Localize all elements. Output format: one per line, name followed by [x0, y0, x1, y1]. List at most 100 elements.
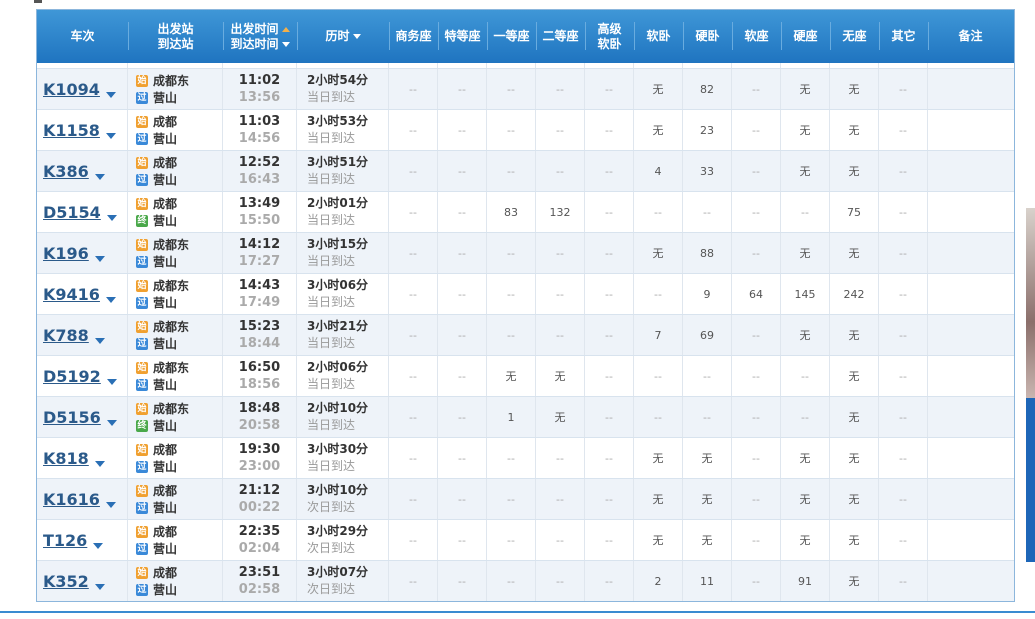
- dropdown-icon[interactable]: [352, 34, 361, 39]
- table-row[interactable]: K352 始成都过营山 23:51 02:58 3小时07分 次日到达 -- -- -- -- --…: [37, 561, 1014, 601]
- seat-rw: --: [634, 274, 683, 314]
- cell-wz: [830, 63, 879, 68]
- train-number-link[interactable]: K9416: [43, 285, 100, 304]
- start-badge-icon: 始: [136, 484, 148, 497]
- seat-rw: 无: [634, 479, 683, 519]
- train-detail-dropdown-icon[interactable]: [106, 379, 117, 385]
- table-row[interactable]: K9416 始成都东过营山 14:43 17:49 3小时06分 当日到达 -- -- -- --…: [37, 274, 1014, 315]
- train-number-link[interactable]: K352: [43, 572, 89, 591]
- cell-duration: 3小时15分 当日到达: [297, 233, 389, 273]
- table-row[interactable]: D5192 始成都东过营山 16:50 18:56 2小时06分 当日到达 -- -- 无 无 --…: [37, 356, 1014, 397]
- train-number-link[interactable]: D5192: [43, 367, 101, 386]
- train-number-link[interactable]: K1158: [43, 121, 100, 140]
- cell-train[interactable]: K788: [37, 315, 128, 355]
- seat-availability: --: [899, 164, 907, 178]
- table-body[interactable]: 始成都过营山当日到达K1094始成都东过营山11:0213:562小时54分当日…: [37, 63, 1014, 601]
- cell-rz: [732, 63, 781, 68]
- station-name: 成都: [153, 115, 178, 129]
- seat-yz: 无: [781, 69, 830, 109]
- seat-availability: --: [409, 328, 417, 342]
- table-row[interactable]: T126 始成都过营山 22:35 02:04 3小时29分 次日到达 -- -- -- -- --…: [37, 520, 1014, 561]
- depart-station: 始成都: [136, 441, 177, 458]
- train-detail-dropdown-icon[interactable]: [94, 584, 105, 590]
- table-row[interactable]: D5156 始成都东终营山 18:48 20:58 2小时10分 当日到达 -- -- 1 无 --…: [37, 397, 1014, 438]
- column-header-time[interactable]: 出发时间 到达时间: [223, 10, 297, 63]
- seat-ydz: --: [487, 151, 536, 191]
- seat-availability: --: [752, 164, 760, 178]
- sort-down-icon[interactable]: [281, 41, 290, 47]
- seat-wz: 无: [830, 69, 879, 109]
- station-name: 营山: [153, 460, 178, 474]
- cell-train[interactable]: K818: [37, 438, 128, 478]
- arrival-time: 23:00: [238, 459, 281, 474]
- cell-train[interactable]: D5192: [37, 356, 128, 396]
- departure-time: 14:12: [238, 237, 281, 252]
- train-number-link[interactable]: K1616: [43, 490, 100, 509]
- table-row[interactable]: K1158 始成都过营山 11:03 14:56 3小时53分 当日到达 -- -- -- -- -…: [37, 110, 1014, 151]
- cell-train[interactable]: K196: [37, 233, 128, 273]
- train-number-link[interactable]: D5154: [43, 203, 101, 222]
- train-number-link[interactable]: K1094: [43, 80, 100, 99]
- train-detail-dropdown-icon[interactable]: [94, 461, 105, 467]
- train-detail-dropdown-icon[interactable]: [106, 420, 117, 426]
- seat-availability: --: [752, 328, 760, 342]
- seat-qt: --: [879, 274, 928, 314]
- table-row[interactable]: K386 始成都过营山 12:52 16:43 3小时51分 当日到达 -- -- -- -- --…: [37, 151, 1014, 192]
- seat-ydz: --: [487, 233, 536, 273]
- cell-train[interactable]: K1616: [37, 479, 128, 519]
- train-number-link[interactable]: K386: [43, 162, 89, 181]
- cell-train[interactable]: K9416: [37, 274, 128, 314]
- seat-availability: --: [458, 246, 466, 260]
- table-row[interactable]: K1616 始成都过营山 21:12 00:22 3小时10分 次日到达 -- -- -- -- -…: [37, 479, 1014, 520]
- train-detail-dropdown-icon[interactable]: [94, 338, 105, 344]
- cell-tdz: [438, 63, 487, 68]
- train-detail-dropdown-icon[interactable]: [105, 297, 116, 303]
- seat-availability: --: [752, 410, 760, 424]
- cell-time: 18:48 20:58: [223, 397, 297, 437]
- train-number-link[interactable]: K196: [43, 244, 89, 263]
- seat-edz: --: [536, 274, 585, 314]
- train-detail-dropdown-icon[interactable]: [93, 543, 104, 549]
- start-badge-icon: 始: [136, 156, 148, 169]
- table-row[interactable]: K788 始成都东过营山 15:23 18:44 3小时21分 当日到达 -- -- -- -- -…: [37, 315, 1014, 356]
- cell-train[interactable]: K1094: [37, 69, 128, 109]
- table-row[interactable]: D5154 始成都终营山 13:49 15:50 2小时01分 当日到达 -- -- 83 132…: [37, 192, 1014, 233]
- train-number-link[interactable]: K788: [43, 326, 89, 345]
- depart-station: 始成都东: [136, 72, 189, 89]
- arrive-station: 过营山: [136, 376, 177, 393]
- cell-note: [928, 520, 1013, 560]
- seat-availability: 145: [794, 287, 816, 301]
- train-detail-dropdown-icon[interactable]: [94, 256, 105, 262]
- departure-time: 18:48: [238, 401, 281, 416]
- train-number-link[interactable]: T126: [43, 531, 87, 550]
- cell-train[interactable]: D5154: [37, 192, 128, 232]
- cell-train[interactable]: K386: [37, 151, 128, 191]
- cell-train[interactable]: K1158: [37, 110, 128, 150]
- train-number-link[interactable]: K818: [43, 449, 89, 468]
- seat-tdz: --: [438, 561, 487, 601]
- cell-train[interactable]: D5156: [37, 397, 128, 437]
- train-detail-dropdown-icon[interactable]: [105, 502, 116, 508]
- train-number-link[interactable]: D5156: [43, 408, 101, 427]
- train-detail-dropdown-icon[interactable]: [106, 215, 117, 221]
- station-name: 营山: [153, 501, 178, 515]
- train-detail-dropdown-icon[interactable]: [105, 133, 116, 139]
- train-detail-dropdown-icon[interactable]: [105, 92, 116, 98]
- side-banner[interactable]: [1026, 208, 1035, 562]
- train-detail-dropdown-icon[interactable]: [94, 174, 105, 180]
- cell-note: [928, 233, 1013, 273]
- seat-availability: --: [899, 574, 907, 588]
- seat-yz: --: [781, 397, 830, 437]
- table-row[interactable]: K818 始成都过营山 19:30 23:00 3小时30分 当日到达 -- -- -- -- --…: [37, 438, 1014, 479]
- sort-up-icon[interactable]: [281, 26, 290, 32]
- cell-note: [928, 315, 1013, 355]
- seat-rz: --: [732, 151, 781, 191]
- cell-note: [928, 397, 1013, 437]
- table-row[interactable]: K196 始成都东过营山 14:12 17:27 3小时15分 当日到达 -- -- -- -- -…: [37, 233, 1014, 274]
- column-header-dur[interactable]: 历时: [297, 10, 389, 63]
- seat-tdz: --: [438, 69, 487, 109]
- cell-train[interactable]: K352: [37, 561, 128, 601]
- table-row[interactable]: K1094 始成都东过营山 11:02 13:56 2小时54分 当日到达 -- -- -- --…: [37, 69, 1014, 110]
- cell-train[interactable]: T126: [37, 520, 128, 560]
- cell-note: [928, 110, 1013, 150]
